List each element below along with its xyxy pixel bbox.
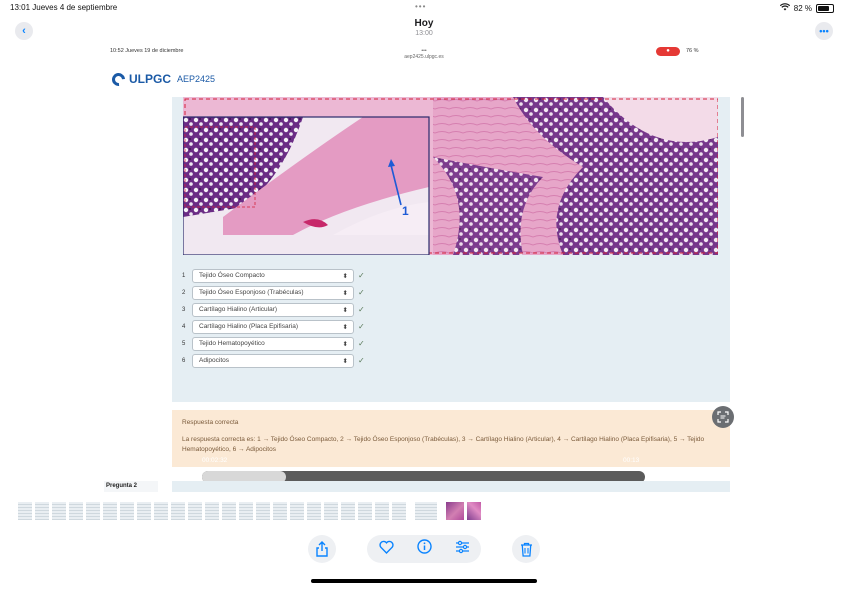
- thumbnail[interactable]: [52, 502, 66, 520]
- check-icon: ✓: [358, 288, 365, 297]
- photo-actions-pill: [367, 535, 481, 563]
- thumbnail[interactable]: [103, 502, 117, 520]
- next-question-panel: [172, 481, 730, 492]
- histology-image: [183, 97, 718, 255]
- thumbnail[interactable]: [171, 502, 185, 520]
- answer-dropdowns: 1 Tejido Óseo Compacto ⬍ ✓ 2 Tejido Óseo …: [182, 267, 365, 369]
- status-dots: •••: [415, 2, 427, 11]
- status-indicators: 82 %: [779, 3, 834, 13]
- photo-time: 13:00: [415, 30, 433, 37]
- inner-status-time: 10:52 Jueves 19 de diciembre: [110, 48, 184, 54]
- answer-select-2[interactable]: Tejido Óseo Esponjoso (Trabéculas) ⬍: [192, 285, 354, 300]
- thumbnail[interactable]: [188, 502, 202, 520]
- thumbnail[interactable]: [256, 502, 270, 520]
- text-scan-icon: [717, 411, 729, 423]
- photo-viewer-image[interactable]: 10:52 Jueves 19 de diciembre ••• aep2425…: [104, 45, 746, 492]
- thumbnail[interactable]: [18, 502, 32, 520]
- ellipsis-icon: •••: [819, 26, 829, 36]
- info-icon: [416, 539, 432, 554]
- trash-icon: [520, 542, 532, 557]
- check-icon: ✓: [358, 356, 365, 365]
- check-icon: ✓: [358, 305, 365, 314]
- live-text-button[interactable]: [712, 406, 734, 428]
- dropdown-row-5: 5 Tejido Hematopoyético ⬍ ✓: [182, 335, 365, 352]
- thumbnail[interactable]: [290, 502, 304, 520]
- chevron-updown-icon: ⬍: [342, 340, 348, 348]
- course-code: AEP2425: [177, 74, 216, 84]
- next-question-label: Pregunta 2: [104, 481, 158, 492]
- thumbnail-strip[interactable]: [18, 502, 481, 520]
- check-icon: ✓: [358, 322, 365, 331]
- heart-icon: [378, 540, 394, 554]
- correct-answer-box: Respuesta correcta La respuesta correcta…: [172, 410, 730, 467]
- thumbnail[interactable]: [307, 502, 321, 520]
- photo-date-title: Hoy: [414, 18, 434, 29]
- share-button[interactable]: [308, 535, 336, 563]
- dropdown-row-1: 1 Tejido Óseo Compacto ⬍ ✓: [182, 267, 365, 284]
- dropdown-row-6: 6 Adipocitos ⬍ ✓: [182, 352, 365, 369]
- thumbnail[interactable]: [324, 502, 338, 520]
- thumbnail[interactable]: [222, 502, 236, 520]
- battery-percent: 82 %: [793, 3, 812, 13]
- inner-url-bar: ••• aep2425.ulpgc.es: [394, 48, 454, 60]
- delete-button[interactable]: [512, 535, 540, 563]
- thumbnail[interactable]: [341, 502, 355, 520]
- thumbnail[interactable]: [69, 502, 83, 520]
- thumbnail[interactable]: [120, 502, 134, 520]
- dropdown-row-2: 2 Tejido Óseo Esponjoso (Trabéculas) ⬍ ✓: [182, 284, 365, 301]
- more-button[interactable]: •••: [815, 22, 833, 40]
- thumbnail[interactable]: [392, 502, 406, 520]
- thumbnail-histology[interactable]: [467, 502, 481, 520]
- video-elapsed: 00:02:32: [202, 457, 228, 464]
- recording-indicator: ●: [656, 47, 680, 56]
- thumbnail[interactable]: [205, 502, 219, 520]
- thumbnail-histology[interactable]: [446, 502, 464, 520]
- thumbnail[interactable]: [273, 502, 287, 520]
- favorite-button[interactable]: [378, 540, 394, 559]
- chevron-updown-icon: ⬍: [342, 357, 348, 365]
- logo-text: ULPGC: [129, 72, 171, 86]
- image-label-1: 1: [402, 204, 409, 218]
- chevron-updown-icon: ⬍: [342, 289, 348, 297]
- answer-select-6[interactable]: Adipocitos ⬍: [192, 353, 354, 368]
- thumbnail[interactable]: [86, 502, 100, 520]
- status-time-date: 13:01 Jueves 4 de septiembre: [10, 3, 118, 12]
- adjust-button[interactable]: [455, 540, 470, 559]
- ulpgc-logo: ULPGC AEP2425: [109, 69, 216, 89]
- thumbnail[interactable]: [154, 502, 168, 520]
- answer-select-4[interactable]: Cartílago Hialino (Placa Epifisaria) ⬍: [192, 319, 354, 334]
- sliders-icon: [455, 540, 469, 553]
- thumbnail[interactable]: [239, 502, 253, 520]
- dropdown-row-4: 4 Cartílago Hialino (Placa Epifisaria) ⬍ …: [182, 318, 365, 335]
- thumbnail[interactable]: [137, 502, 151, 520]
- correct-answer-title: Respuesta correcta: [182, 419, 239, 426]
- inner-scrollbar[interactable]: [741, 97, 744, 137]
- chevron-updown-icon: ⬍: [342, 306, 348, 314]
- check-icon: ✓: [358, 271, 365, 280]
- chevron-updown-icon: ⬍: [342, 323, 348, 331]
- battery-icon: [816, 3, 834, 13]
- chevron-updown-icon: ⬍: [342, 272, 348, 280]
- ulpgc-logo-icon: [109, 69, 128, 89]
- home-indicator[interactable]: [311, 579, 537, 583]
- video-remaining: 00:13: [623, 457, 640, 464]
- inner-battery: 76 %: [686, 48, 699, 54]
- answer-select-1[interactable]: Tejido Óseo Compacto ⬍: [192, 268, 354, 283]
- dropdown-row-3: 3 Cartílago Hialino (Articular) ⬍ ✓: [182, 301, 365, 318]
- inner-url: aep2425.ulpgc.es: [404, 54, 444, 60]
- share-icon: [316, 541, 328, 557]
- answer-select-3[interactable]: Cartílago Hialino (Articular) ⬍: [192, 302, 354, 317]
- thumbnail[interactable]: [35, 502, 49, 520]
- correct-answer-text: La respuesta correcta es: 1 → Tejido Óse…: [182, 436, 705, 453]
- wifi-icon: [779, 3, 790, 13]
- thumbnail[interactable]: [358, 502, 372, 520]
- info-button[interactable]: [416, 539, 432, 559]
- answer-select-5[interactable]: Tejido Hematopoyético ⬍: [192, 336, 354, 351]
- thumbnail[interactable]: [375, 502, 389, 520]
- check-icon: ✓: [358, 339, 365, 348]
- thumbnail-selected[interactable]: [415, 502, 437, 520]
